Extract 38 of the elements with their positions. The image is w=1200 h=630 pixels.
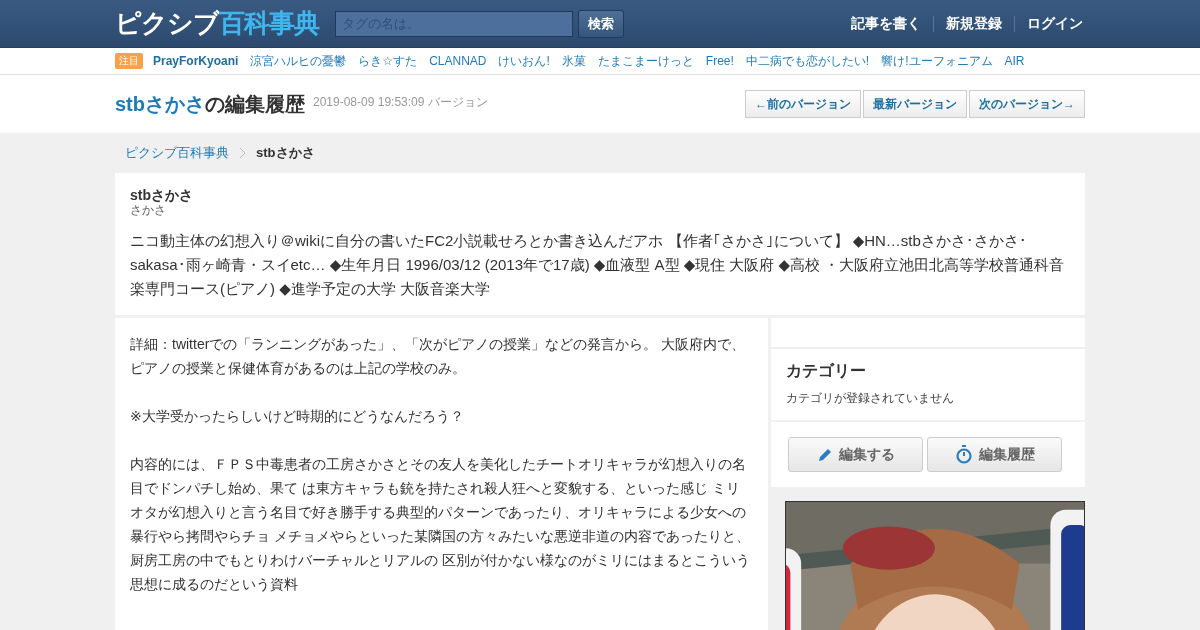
site-logo[interactable]: ピクシブ百科事典 <box>115 6 319 41</box>
trending-tag[interactable]: 中二病でも恋がしたい! <box>745 52 870 70</box>
trending-tag[interactable]: 響け!ユーフォニアム <box>881 52 993 70</box>
trending-tag[interactable]: 氷菓 <box>561 52 586 70</box>
version-label: 2019-08-09 19:53:09 バージョン <box>313 93 488 111</box>
trending-tag[interactable]: AIR <box>1004 54 1025 68</box>
search-button[interactable]: 検索 <box>578 9 624 38</box>
summary-title: stbさかさ <box>130 187 194 205</box>
chevron-icon <box>239 147 246 159</box>
pencil-icon <box>816 446 833 463</box>
article-paragraph: ※大学受かったらしいけど時期的にどうなんだろう？ <box>130 407 465 426</box>
breadcrumb-link[interactable]: ピクシブ百科事典 <box>125 144 229 162</box>
version-button[interactable]: 次のバージョン→ <box>969 90 1085 118</box>
header-link[interactable]: ログイン <box>1025 14 1085 33</box>
breadcrumb-current: stbさかさ <box>256 144 315 162</box>
featured-badge: 注目 <box>115 53 143 69</box>
article-link[interactable]: stbさかさ <box>115 92 205 115</box>
trending-tag[interactable]: 涼宮ハルヒの憂鬱 <box>250 52 347 70</box>
trending-tag[interactable]: Free! <box>705 54 734 68</box>
history-button[interactable]: 編集履歴 <box>927 437 1062 472</box>
summary-text: ニコ動主体の幻想入り＠wikiに自分の書いたFC2小説載せろとか書き込んだアホ 【作者｢さかさ｣について】 ◆HN…stbさかさ･さかさ･sakasa･雨ヶ崎青・スイetc… ◆生年月日 1996/03/12 (2013年で17歳) ◆血液型 A型 ◆現住 大阪府 ◆高校 ・大阪府立池田北高等学校普通科音楽専門コース(ピアノ) ◆進学予定の大学 大阪音楽大学 <box>130 231 1066 299</box>
article-paragraph: 詳細：twitterでの「ランニングがあった」、「次がピアノの授業」などの発言から。 大阪府内で、ピアノの授業と保健体育があるのは上記の学校のみ。 <box>130 335 747 378</box>
stopwatch-icon <box>954 445 973 464</box>
trending-tag[interactable]: けいおん! <box>498 52 550 70</box>
summary-reading: さかさ <box>130 203 167 219</box>
category-empty-text: カテゴリが登録されていません <box>786 390 955 407</box>
trending-tag[interactable]: CLANNAD <box>429 54 487 68</box>
article-paragraph: 内容的には、ＦＰＳ中毒患者の工房さかさとその友人を美化したチートオリキャラが幻想入りの名目でドンパチし始め、果て は東方キャラも銃を持たされ殺人狂へと変貌する、といった感じ ミリオタが幻想入りと言う名目で好き勝手する典型的パターンであったり、オリキャラによる少女への暴行やら拷問やらチョ メチョメやらといった某隣国の方々みたいな悪逆非道の内容であったりと、厨房工房の中でもとりわけバーチャルとリアルの 区別が付かない様なのがミリにはまるとこういう思想に成るのだという資料 <box>130 455 751 594</box>
header-link[interactable]: 記事を書く <box>849 14 923 33</box>
version-button[interactable]: ←前のバージョン <box>745 90 861 118</box>
trending-tag[interactable]: たまこまーけっと <box>597 52 694 70</box>
edit-button[interactable]: 編集する <box>788 437 923 472</box>
header-link[interactable]: 新規登録 <box>944 14 1004 33</box>
trending-tag[interactable]: らき☆すた <box>358 52 418 70</box>
page-title: の編集履歴 <box>205 92 305 115</box>
category-heading: カテゴリー <box>786 361 867 381</box>
version-button[interactable]: 最新バージョン <box>863 90 967 118</box>
trending-tag[interactable]: PrayForKyoani <box>153 54 239 68</box>
